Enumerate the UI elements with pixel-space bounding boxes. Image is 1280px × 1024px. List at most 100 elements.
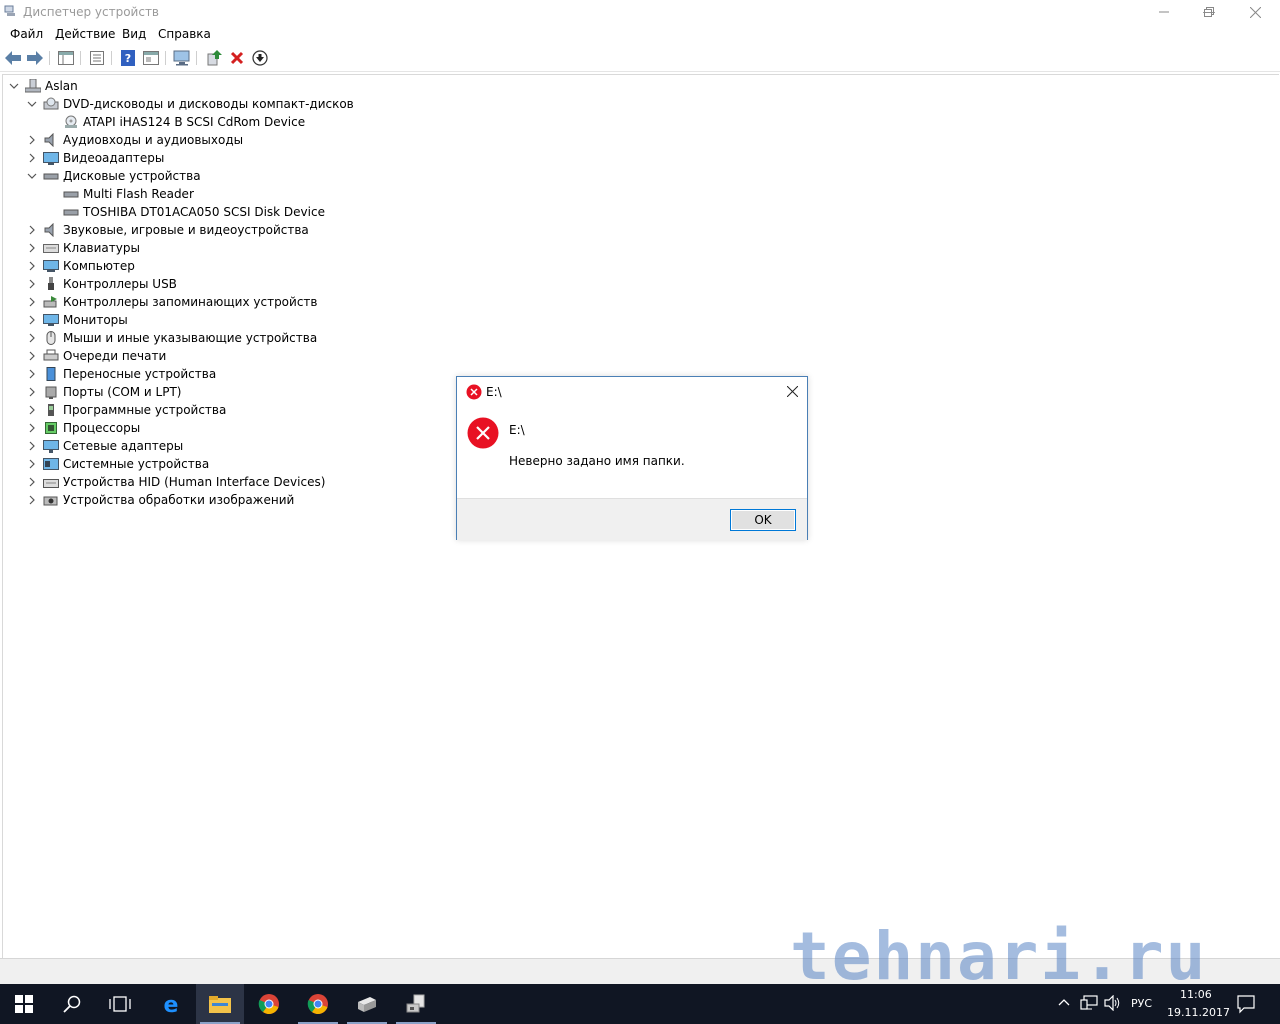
tree-category-item[interactable]: Мониторы bbox=[3, 311, 423, 329]
chevron-right-icon[interactable] bbox=[27, 405, 37, 415]
tree-device-item[interactable]: TOSHIBA DT01ACA050 SCSI Disk Device bbox=[3, 203, 423, 221]
chevron-right-icon[interactable] bbox=[27, 333, 37, 343]
usb-icon bbox=[48, 277, 54, 290]
chevron-right-icon[interactable] bbox=[27, 225, 37, 235]
chevron-right-icon[interactable] bbox=[27, 423, 37, 433]
chevron-right-icon[interactable] bbox=[27, 153, 37, 163]
volume-tray-button[interactable] bbox=[1104, 994, 1122, 1014]
tree-root-label: Aslan bbox=[45, 79, 78, 93]
toolbar-separator bbox=[111, 51, 112, 65]
taskbar-chrome-1[interactable] bbox=[245, 984, 293, 1024]
chevron-right-icon[interactable] bbox=[27, 441, 37, 451]
device-manager-icon bbox=[358, 997, 376, 1012]
taskbar-edge[interactable]: e bbox=[147, 984, 195, 1024]
chevron-down-icon[interactable] bbox=[27, 171, 37, 181]
chevron-right-icon[interactable] bbox=[27, 459, 37, 469]
chevron-right-icon[interactable] bbox=[27, 495, 37, 505]
tree-category-item[interactable]: Звуковые, игровые и видеоустройства bbox=[3, 221, 423, 239]
chevron-down-icon[interactable] bbox=[27, 99, 37, 109]
toolbar-separator bbox=[165, 51, 166, 65]
menu-view[interactable]: Вид bbox=[122, 27, 146, 41]
error-icon bbox=[467, 417, 499, 449]
tree-category-item[interactable]: Видеоадаптеры bbox=[3, 149, 423, 167]
uninstall-button[interactable] bbox=[228, 49, 246, 67]
tree-category-item[interactable]: Клавиатуры bbox=[3, 239, 423, 257]
taskbar-app-1[interactable] bbox=[343, 984, 391, 1024]
tree-category-item[interactable]: Очереди печати bbox=[3, 347, 423, 365]
search-button[interactable] bbox=[48, 984, 96, 1024]
forward-button[interactable] bbox=[26, 49, 44, 67]
system-device-icon bbox=[43, 458, 59, 470]
dialog-close-button[interactable] bbox=[779, 379, 805, 403]
tree-category-item[interactable]: Порты (COM и LPT) bbox=[3, 383, 423, 401]
chevron-right-icon[interactable] bbox=[27, 387, 37, 397]
tree-category-item[interactable]: Аудиовходы и аудиовыходы bbox=[3, 131, 423, 149]
menu-action[interactable]: Действие bbox=[55, 27, 115, 41]
chevron-right-icon[interactable] bbox=[27, 369, 37, 379]
chevron-right-icon[interactable] bbox=[27, 279, 37, 289]
tree-device-item[interactable]: Multi Flash Reader bbox=[3, 185, 423, 203]
ok-button[interactable]: OK bbox=[730, 509, 796, 531]
chevron-right-icon[interactable] bbox=[27, 315, 37, 325]
chevron-down-icon[interactable] bbox=[9, 81, 19, 91]
show-hidden-icons-button[interactable] bbox=[1057, 996, 1071, 1013]
tree-category-item[interactable]: Контроллеры запоминающих устройств bbox=[3, 293, 423, 311]
tree-category-item[interactable]: Мыши и иные указывающие устройства bbox=[3, 329, 423, 347]
tree-category-item[interactable]: Компьютер bbox=[3, 257, 423, 275]
hid-icon bbox=[43, 479, 59, 488]
tree-category-item[interactable]: Программные устройства bbox=[3, 401, 423, 419]
close-button[interactable] bbox=[1232, 0, 1278, 24]
update-driver-button[interactable] bbox=[205, 49, 223, 67]
clock-time[interactable]: 11:06 bbox=[1180, 988, 1212, 1001]
tree-category-item[interactable]: Устройства HID (Human Interface Devices) bbox=[3, 473, 423, 491]
scan-hardware-button[interactable] bbox=[173, 49, 191, 67]
taskbar-file-explorer[interactable] bbox=[196, 984, 244, 1024]
clock-date[interactable]: 19.11.2017 bbox=[1167, 1006, 1230, 1019]
file-explorer-icon bbox=[209, 996, 231, 1013]
view-icon bbox=[143, 51, 159, 65]
menu-file[interactable]: Файл bbox=[10, 27, 43, 41]
properties-button[interactable] bbox=[88, 49, 106, 67]
chevron-right-icon[interactable] bbox=[27, 297, 37, 307]
start-button[interactable] bbox=[0, 984, 48, 1024]
taskbar-app-2[interactable] bbox=[392, 984, 440, 1024]
notification-icon bbox=[1237, 995, 1255, 1014]
menu-help[interactable]: Справка bbox=[158, 27, 211, 41]
error-dialog: E:\ E:\ Неверно задано имя папки. OK bbox=[456, 376, 808, 540]
minimize-button-visual[interactable] bbox=[1141, 0, 1187, 24]
chevron-right-icon[interactable] bbox=[27, 243, 37, 253]
action-center-button[interactable] bbox=[1236, 994, 1256, 1017]
tree-root[interactable]: Aslan bbox=[3, 77, 403, 95]
tree-category-item[interactable]: Системные устройства bbox=[3, 455, 423, 473]
chevron-right-icon[interactable] bbox=[27, 261, 37, 271]
view-button[interactable] bbox=[142, 49, 160, 67]
chevron-right-icon[interactable] bbox=[27, 351, 37, 361]
tree-category-item[interactable]: Контроллеры USB bbox=[3, 275, 423, 293]
title-bar: Диспетчер устройств — bbox=[0, 0, 1280, 24]
tree-category-item[interactable]: Дисковые устройства bbox=[3, 167, 423, 185]
toolbar-separator bbox=[80, 51, 81, 65]
chevron-up-icon bbox=[1058, 999, 1070, 1006]
tree-item-label: Аудиовходы и аудиовыходы bbox=[63, 133, 244, 147]
chevron-right-icon[interactable] bbox=[27, 135, 37, 145]
taskbar-chrome-2[interactable] bbox=[294, 984, 342, 1024]
restore-button-visual[interactable] bbox=[1186, 0, 1232, 24]
task-view-button[interactable] bbox=[96, 984, 144, 1024]
language-indicator[interactable]: РУС bbox=[1131, 997, 1152, 1010]
chevron-right-icon[interactable] bbox=[27, 477, 37, 487]
tree-device-item[interactable]: ATAPI iHAS124 B SCSI CdRom Device bbox=[3, 113, 423, 131]
network-tray-button[interactable] bbox=[1080, 995, 1098, 1014]
tree-category-item[interactable]: DVD-дисководы и дисководы компакт-дисков bbox=[3, 95, 423, 113]
tree-category-item[interactable]: Переносные устройства bbox=[3, 365, 423, 383]
display-adapter-icon bbox=[43, 152, 59, 165]
tree-item-label: Клавиатуры bbox=[63, 241, 140, 255]
help-button[interactable]: ? bbox=[119, 49, 137, 67]
tree-category-item[interactable]: Сетевые адаптеры bbox=[3, 437, 423, 455]
tree-item-label: Multi Flash Reader bbox=[83, 187, 194, 201]
show-hide-tree-button[interactable] bbox=[57, 49, 75, 67]
back-button[interactable] bbox=[4, 49, 22, 67]
tree-item-label: Мониторы bbox=[63, 313, 128, 327]
tree-category-item[interactable]: Процессоры bbox=[3, 419, 423, 437]
disable-device-button[interactable] bbox=[251, 49, 269, 67]
tree-category-item[interactable]: Устройства обработки изображений bbox=[3, 491, 423, 509]
